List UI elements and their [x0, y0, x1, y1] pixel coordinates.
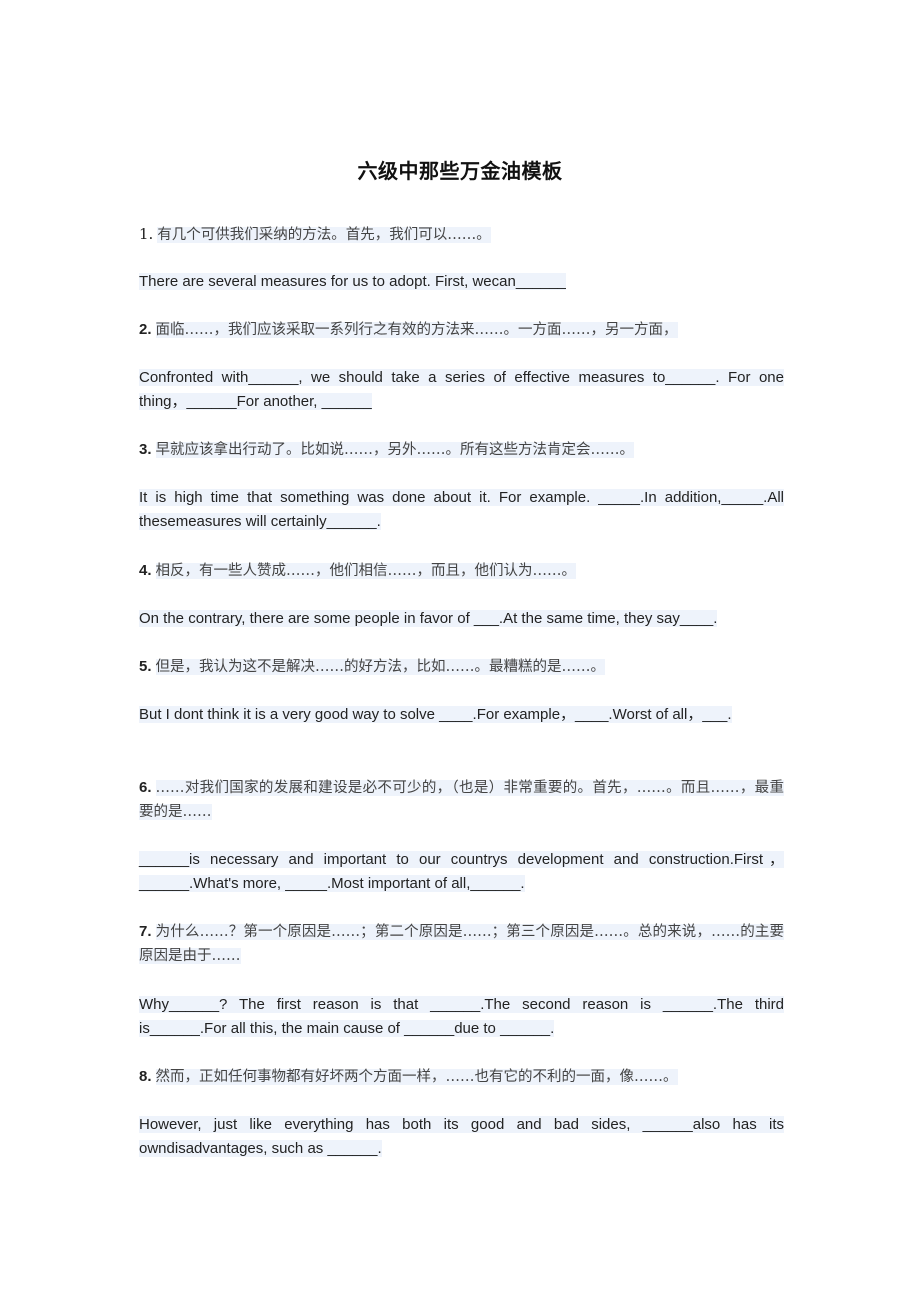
item-number: 5. [139, 658, 152, 675]
template-4-english: On the contrary, there are some people i… [139, 607, 784, 631]
template-2-chinese: 2. 面临……，我们应该采取一系列行之有效的方法来……。一方面……，另一方面， [139, 318, 784, 342]
item-number: 3. [139, 441, 152, 458]
chinese-text: ……对我们国家的发展和建设是必不可少的，（也是）非常重要的。首先，……。而且……… [139, 780, 784, 820]
item-number: 7. [139, 923, 152, 940]
template-3-english: It is high time that something was done … [139, 486, 784, 534]
item-number: 4. [139, 562, 152, 579]
template-7-chinese: 7. 为什么……？第一个原因是……；第二个原因是……；第三个原因是……。总的来说，… [139, 920, 784, 968]
item-number: 8. [139, 1068, 152, 1085]
chinese-text: 为什么……？第一个原因是……；第二个原因是……；第三个原因是……。总的来说，……… [139, 924, 784, 964]
chinese-text: 面临……，我们应该采取一系列行之有效的方法来……。一方面……，另一方面， [155, 322, 678, 338]
chinese-text: 有几个可供我们采纳的方法。首先，我们可以……。 [157, 227, 491, 243]
english-text: There are several measures for us to ado… [139, 273, 566, 290]
english-text: It is high time that something was done … [139, 489, 784, 530]
template-7-english: Why______? The first reason is that ____… [139, 993, 784, 1041]
template-3-chinese: 3. 早就应该拿出行动了。比如说……，另外……。所有这些方法肯定会……。 [139, 438, 784, 462]
document-title: 六级中那些万金油模板 [357, 159, 563, 183]
english-text: Confronted with______, we should take a … [139, 369, 784, 410]
chinese-text: 早就应该拿出行动了。比如说……，另外……。所有这些方法肯定会……。 [155, 442, 635, 458]
english-text: On the contrary, there are some people i… [139, 610, 718, 627]
template-6-chinese: 6. ……对我们国家的发展和建设是必不可少的，（也是）非常重要的。首先，……。而且… [139, 776, 784, 824]
item-number: 1. [139, 225, 154, 243]
template-4-chinese: 4. 相反，有一些人赞成……，他们相信……，而且，他们认为……。 [139, 559, 784, 583]
template-5-chinese: 5. 但是，我认为这不是解决……的好方法，比如……。最糟糕的是……。 [139, 655, 784, 679]
chinese-text: 相反，有一些人赞成……，他们相信……，而且，他们认为……。 [155, 563, 577, 579]
template-1-english: There are several measures for us to ado… [139, 270, 784, 294]
chinese-text: 然而，正如任何事物都有好坏两个方面一样，……也有它的不利的一面，像……。 [155, 1069, 678, 1085]
english-text: However, just like everything has both i… [139, 1116, 784, 1157]
item-number: 2. [139, 321, 152, 338]
template-8-chinese: 8. 然而，正如任何事物都有好坏两个方面一样，……也有它的不利的一面，像……。 [139, 1065, 784, 1089]
template-1-chinese: 1. 有几个可供我们采纳的方法。首先，我们可以……。 [139, 222, 784, 247]
english-text: ______is necessary and important to our … [139, 851, 784, 892]
item-number: 6. [139, 779, 152, 796]
template-5-english: But I dont think it is a very good way t… [139, 703, 784, 727]
template-6-english: ______is necessary and important to our … [139, 848, 784, 896]
english-text: Why______? The first reason is that ____… [139, 996, 784, 1037]
template-8-english: However, just like everything has both i… [139, 1113, 784, 1161]
english-text: But I dont think it is a very good way t… [139, 706, 732, 723]
template-2-english: Confronted with______, we should take a … [139, 366, 784, 414]
chinese-text: 但是，我认为这不是解决……的好方法，比如……。最糟糕的是……。 [155, 659, 606, 675]
